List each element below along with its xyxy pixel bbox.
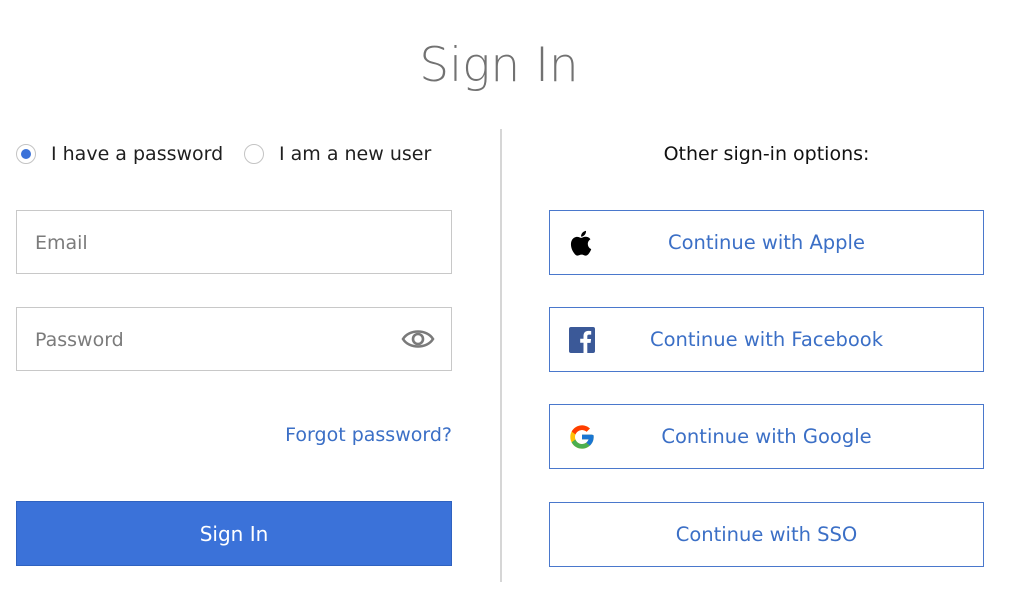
- forgot-password-link[interactable]: Forgot password?: [16, 424, 452, 446]
- google-button-label: Continue with Google: [661, 425, 872, 448]
- sign-in-page: Sign In I have a password I am a new use…: [0, 0, 1014, 595]
- other-options-heading: Other sign-in options:: [663, 143, 870, 165]
- page-title: Sign In: [419, 38, 579, 93]
- google-icon: [570, 425, 594, 449]
- sign-in-button[interactable]: Sign In: [16, 501, 452, 566]
- radio-label-have-password: I have a password: [51, 143, 224, 165]
- radio-label-new-user: I am a new user: [279, 143, 432, 165]
- sso-button-label: Continue with SSO: [675, 523, 858, 546]
- radio-new-user[interactable]: I am a new user: [244, 139, 431, 169]
- facebook-icon: [569, 327, 595, 353]
- eye-icon[interactable]: [401, 325, 435, 353]
- password-field[interactable]: [16, 307, 452, 372]
- continue-with-sso-button[interactable]: Continue with SSO: [549, 502, 984, 567]
- radio-selected-dot: [21, 149, 31, 159]
- email-input[interactable]: [33, 211, 397, 275]
- continue-with-apple-button[interactable]: Continue with Apple: [549, 210, 984, 275]
- radio-button-selected[interactable]: [16, 144, 36, 164]
- password-input[interactable]: [33, 308, 397, 372]
- radio-button-unselected[interactable]: [244, 144, 264, 164]
- facebook-button-label: Continue with Facebook: [649, 328, 884, 351]
- apple-icon: [570, 230, 592, 256]
- radio-have-password[interactable]: I have a password: [16, 139, 223, 169]
- apple-button-label: Continue with Apple: [668, 231, 865, 254]
- continue-with-facebook-button[interactable]: Continue with Facebook: [549, 307, 984, 372]
- vertical-divider: [500, 129, 502, 582]
- email-field[interactable]: [16, 210, 452, 275]
- continue-with-google-button[interactable]: Continue with Google: [549, 404, 984, 469]
